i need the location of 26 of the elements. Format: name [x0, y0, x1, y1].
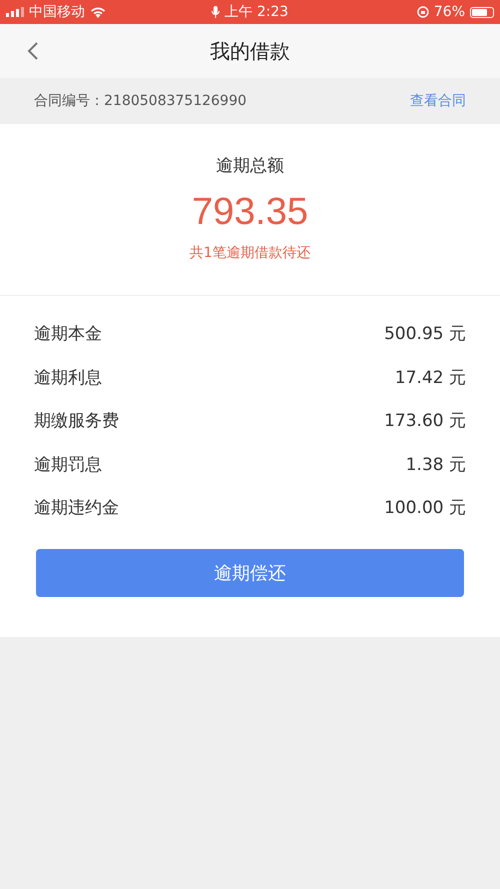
- item-value: 1.38 元: [406, 454, 466, 476]
- wifi-icon: [90, 6, 106, 18]
- rotation-lock-icon: [416, 6, 429, 18]
- page-title: 我的借款: [210, 38, 290, 64]
- overdue-note: 共1笔逾期借款待还: [190, 244, 310, 262]
- item-value: 100.00 元: [384, 497, 466, 520]
- view-contract-link[interactable]: 查看合同: [410, 92, 466, 110]
- item-value: 17.42 元: [394, 366, 466, 389]
- item-label: 逾期利息: [34, 366, 102, 389]
- back-icon[interactable]: [27, 41, 39, 61]
- item-value: 173.60 元: [384, 410, 466, 432]
- item-label: 逾期本金: [34, 323, 102, 346]
- repay-button[interactable]: 逾期偿还: [36, 548, 464, 596]
- item-label: 逾期违约金: [34, 497, 119, 520]
- overdue-amount: 793.35: [192, 191, 308, 234]
- battery-percent: 76%: [434, 4, 465, 20]
- battery-icon: [470, 6, 494, 18]
- status-time: 上午 2:23: [224, 3, 288, 21]
- item-value: 500.95 元: [384, 323, 466, 346]
- item-label: 逾期罚息: [34, 454, 102, 476]
- carrier-name: 中国移动: [29, 3, 85, 21]
- signal-icon: [6, 7, 24, 17]
- item-label: 期缴服务费: [34, 410, 119, 432]
- microphone-icon: [212, 6, 220, 18]
- contract-number: 合同编号：2180508375126990: [34, 92, 247, 110]
- summary-title: 逾期总额: [216, 155, 284, 177]
